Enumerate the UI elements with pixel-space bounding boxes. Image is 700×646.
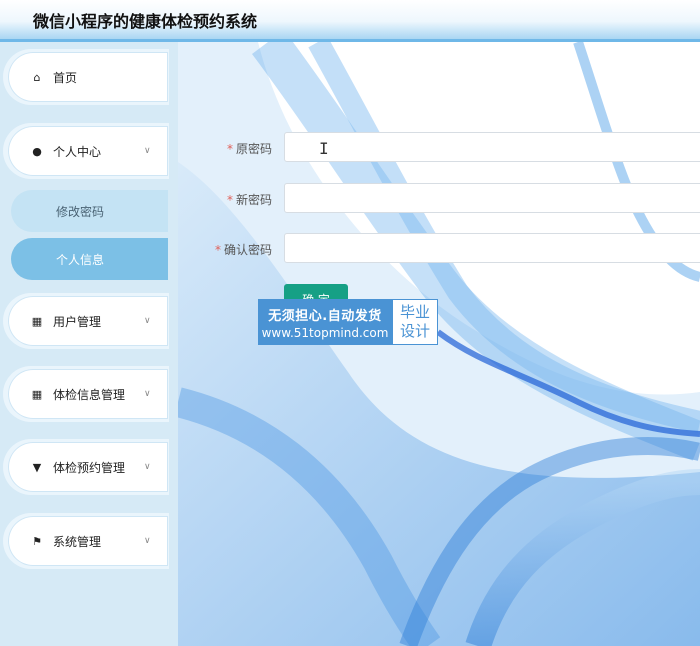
sidebar-item-user-management[interactable]: ▦ 用户管理 ∨ bbox=[8, 296, 168, 346]
submenu-item-label: 个人信息 bbox=[56, 252, 105, 267]
flag-icon: ⚑ bbox=[32, 534, 42, 548]
old-password-label: * 原密码 bbox=[226, 142, 272, 156]
old-password-input[interactable] bbox=[284, 132, 700, 162]
sidebar-item-personal-center[interactable]: ● 个人中心 ∨ bbox=[8, 126, 168, 176]
watermark-overlay: 无须担心.自动发货 www.51topmind.com 毕业 设计 bbox=[258, 299, 438, 345]
sidebar-item-label: 用户管理 bbox=[53, 314, 102, 329]
chevron-down-icon: ∨ bbox=[144, 146, 151, 156]
sidebar-item-label: 体检预约管理 bbox=[53, 460, 126, 475]
app-title: 微信小程序的健康体检预约系统 bbox=[33, 12, 258, 31]
chevron-down-icon: ∨ bbox=[144, 462, 151, 472]
sidebar-item-appointment-management[interactable]: ▼ 体检预约管理 ∨ bbox=[8, 442, 168, 492]
form-row-new-password: * 新密码 bbox=[178, 183, 700, 215]
watermark-tag: 毕业 设计 bbox=[392, 299, 438, 345]
chevron-down-icon: ∨ bbox=[144, 389, 151, 399]
sidebar-item-label: 系统管理 bbox=[53, 534, 102, 549]
pin-icon: ▼ bbox=[32, 460, 42, 474]
new-password-label: * 新密码 bbox=[226, 193, 272, 207]
home-icon: ⌂ bbox=[33, 70, 41, 84]
sidebar-item-home[interactable]: ⌂ 首页 bbox=[8, 52, 168, 102]
sidebar-item-label: 首页 bbox=[53, 70, 78, 85]
grid-icon: ▦ bbox=[31, 314, 43, 328]
watermark-url: www.51topmind.com bbox=[261, 325, 389, 340]
sidebar: ⌂ 首页 ● 个人中心 ∨ 修改密码 个人信息 ▦ 用户管理 ∨ ▦ 体检信息管… bbox=[0, 42, 178, 646]
confirm-password-label: * 确认密码 bbox=[214, 243, 272, 257]
apps-icon: ▦ bbox=[31, 387, 43, 401]
form-row-old-password: * 原密码 bbox=[178, 132, 700, 164]
form-row-confirm-password: * 确认密码 bbox=[178, 233, 700, 265]
new-password-input[interactable] bbox=[284, 183, 700, 213]
sidebar-item-label: 个人中心 bbox=[53, 144, 102, 159]
chevron-down-icon: ∨ bbox=[144, 316, 151, 326]
app-header: 微信小程序的健康体检预约系统 bbox=[0, 0, 700, 42]
user-icon: ● bbox=[32, 144, 42, 158]
confirm-password-input[interactable] bbox=[284, 233, 700, 263]
submenu-item-personal-info[interactable]: 个人信息 bbox=[11, 238, 168, 280]
watermark-slogan: 无须担心.自动发货 bbox=[268, 308, 382, 324]
sidebar-item-system-management[interactable]: ⚑ 系统管理 ∨ bbox=[8, 516, 168, 566]
sidebar-item-checkup-info-management[interactable]: ▦ 体检信息管理 ∨ bbox=[8, 369, 168, 419]
submenu-item-label: 修改密码 bbox=[56, 204, 105, 219]
main-content: *原密码 I *新密码 *确认密码 确 定 bbox=[178, 42, 700, 646]
sidebar-item-label: 体检信息管理 bbox=[53, 387, 126, 402]
submenu-item-change-password[interactable]: 修改密码 bbox=[11, 190, 168, 232]
chevron-down-icon: ∨ bbox=[144, 536, 151, 546]
text-cursor-icon: I bbox=[319, 139, 329, 158]
